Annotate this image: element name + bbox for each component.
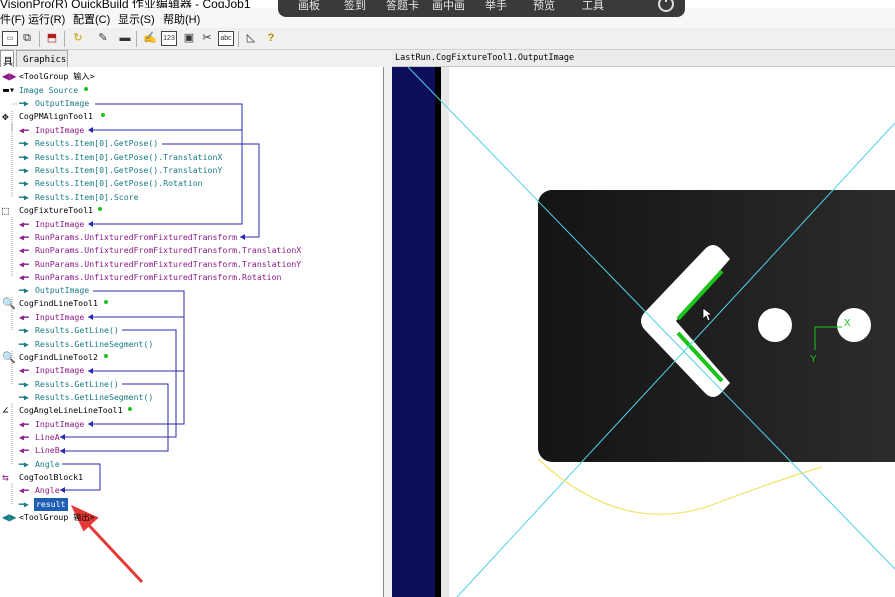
findline-tool-icon: 🔍 (2, 297, 16, 310)
input-arrow-icon: ◀━ (19, 432, 29, 442)
output-arrow-icon: ━▶ (19, 459, 29, 469)
toolbar: ▭ ⧉ ⬒ ↻ ✎ ▬ ✍ 123 ▣ ✂ abc ◺ ? (0, 28, 895, 50)
output-arrow-icon: ━▶ (19, 152, 29, 162)
status-dot (104, 300, 108, 304)
menu-config[interactable]: 配置(C) (73, 11, 110, 27)
menu-file[interactable]: 件(F) (0, 11, 25, 27)
status-dot (128, 407, 132, 411)
pmalign-tool-icon: ✥ (2, 110, 9, 123)
panel-tabs: 具 Graphics (0, 50, 384, 68)
input-group-icon: ◀▶ (2, 69, 17, 83)
stop-icon[interactable]: ▬ (117, 31, 133, 46)
run-once-icon[interactable]: ↻ (70, 31, 86, 46)
axis-x-label: X (844, 318, 851, 329)
status-dot (84, 87, 88, 91)
overlay-item-tools[interactable]: 工具 (582, 0, 604, 13)
output-arrow-icon: ━▶ (19, 138, 29, 148)
bookmark-icon[interactable]: ⬒ (44, 31, 60, 46)
fixture-output-image: X Y (392, 67, 895, 597)
overlay-item-preview[interactable]: 预览 (533, 0, 555, 13)
camera-icon: ▬▾ (3, 85, 16, 96)
input-arrow-icon: ◀━ (19, 485, 29, 495)
image-display[interactable]: X Y (392, 67, 895, 597)
overlay-item-answer-card[interactable]: 答题卡 (386, 0, 419, 13)
tab-graphics[interactable]: Graphics (16, 50, 68, 67)
status-dot (98, 207, 102, 211)
output-arrow-icon: ━▶ (19, 499, 29, 509)
image-icon[interactable]: ▣ (181, 31, 197, 46)
image-display-icon[interactable]: ▭ (2, 31, 18, 46)
menu-view[interactable]: 显示(S) (118, 11, 155, 27)
output-arrow-icon: ━▶ (19, 98, 29, 108)
input-arrow-icon: ◀━ (19, 245, 29, 255)
help-icon[interactable]: ? (263, 31, 279, 46)
input-arrow-icon: ◀━ (19, 445, 29, 455)
window-title: VisionPro(R) QuickBuild 作业编辑器 - CogJob1 (0, 0, 251, 8)
output-arrow-icon: ━▶ (19, 285, 29, 295)
panel-splitter[interactable] (384, 50, 392, 597)
input-arrow-icon: ◀━ (19, 232, 29, 242)
output-arrow-icon: ━▶ (19, 379, 29, 389)
input-arrow-icon: ◀━ (19, 312, 29, 322)
input-arrow-icon: ◀━ (19, 219, 29, 229)
overlay-item-checkin[interactable]: 签到 (344, 0, 366, 13)
output-arrow-icon: ━▶ (19, 392, 29, 402)
overlay-item-raise-hand[interactable]: 举手 (485, 0, 507, 13)
angle-tool-icon: ∠ (2, 404, 9, 417)
overlay-item-pip[interactable]: 画中画 (432, 0, 465, 13)
brush-icon[interactable]: ✎ (95, 31, 111, 46)
abc-icon[interactable]: abc (218, 31, 234, 46)
tab-tools[interactable]: 具 (0, 50, 14, 68)
status-dot (104, 354, 108, 358)
output-arrow-icon: ━▶ (19, 178, 29, 188)
findline-tool-icon: 🔍 (2, 351, 16, 364)
input-arrow-icon: ◀━ (19, 365, 29, 375)
quickbuild-window: VisionPro(R) QuickBuild 作业编辑器 - CogJob1 … (0, 0, 895, 597)
output-arrow-icon: ━▶ (19, 165, 29, 175)
image-title: LastRun.CogFixtureTool1.OutputImage (392, 50, 895, 67)
menu-help[interactable]: 帮助(H) (163, 11, 200, 27)
measure-icon[interactable]: ◺ (243, 31, 259, 46)
output-arrow-icon: ━▶ (19, 192, 29, 202)
status-dot (101, 113, 105, 117)
tool-tree: ◀▶ <ToolGroup 输入> ▬▾ Image Source ━▶ Out… (0, 67, 384, 597)
menu-run[interactable]: 运行(R) (28, 11, 65, 27)
meeting-overlay-toolbar: 画板 签到 答题卡 画中画 举手 预览 工具 (278, 0, 685, 17)
output-group-icon: ◀▶ (2, 510, 17, 524)
tools-icon[interactable]: ✂ (199, 31, 215, 46)
input-arrow-icon: ◀━ (19, 125, 29, 135)
toolblock-icon: ⇆ (2, 471, 9, 484)
input-arrow-icon: ◀━ (19, 419, 29, 429)
power-icon[interactable] (658, 0, 674, 12)
input-arrow-icon: ◀━ (19, 272, 29, 282)
input-arrow-icon: ◀━ (19, 259, 29, 269)
output-arrow-icon: ━▶ (19, 339, 29, 349)
output-arrow-icon: ━▶ (19, 325, 29, 335)
edit-icon[interactable]: ✍ (142, 31, 158, 46)
window-layout-icon[interactable]: ⧉ (19, 31, 35, 46)
overlay-item-whiteboard[interactable]: 画板 (298, 0, 320, 13)
fixture-tool-icon: ⬚ (2, 204, 9, 217)
axis-y-label: Y (810, 354, 817, 365)
counter-icon[interactable]: 123 (161, 31, 177, 46)
